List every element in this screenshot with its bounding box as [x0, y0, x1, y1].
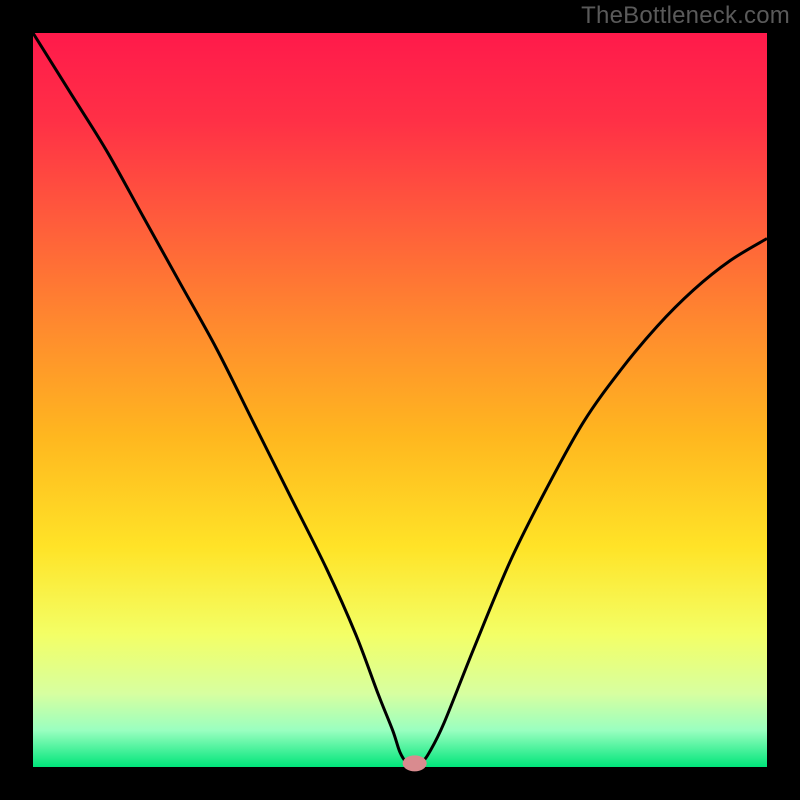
plot-background: [33, 33, 767, 767]
chart-frame: TheBottleneck.com: [0, 0, 800, 800]
watermark-text: TheBottleneck.com: [581, 2, 790, 30]
bottleneck-chart: [0, 0, 800, 800]
optimal-marker: [403, 755, 427, 771]
